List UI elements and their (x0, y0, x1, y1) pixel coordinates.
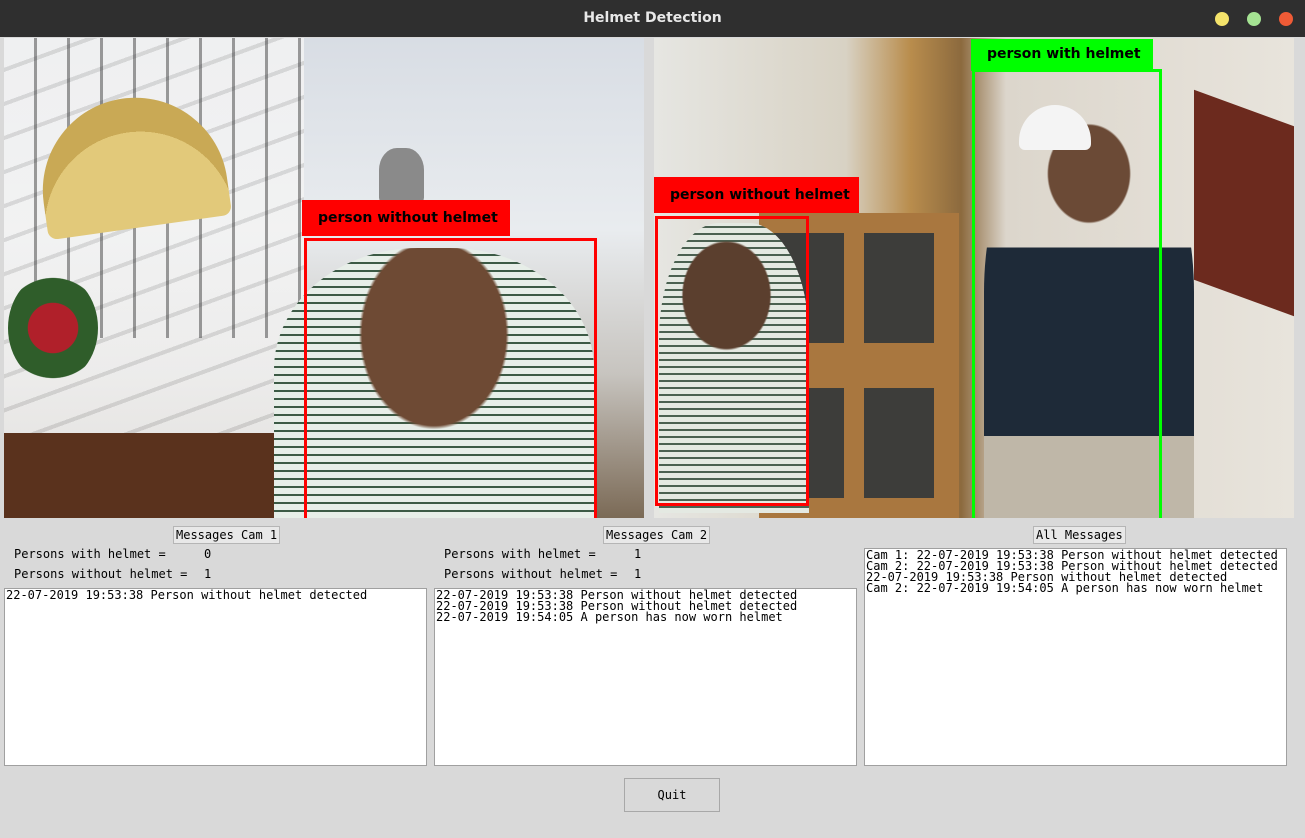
minimize-icon[interactable] (1215, 12, 1229, 26)
message-line: Cam 2: 22-07-2019 19:54:05 A person has … (866, 581, 1264, 595)
detection-box (655, 216, 809, 506)
maximize-icon[interactable] (1247, 12, 1261, 26)
message-line: 22-07-2019 19:53:38 Person without helme… (6, 588, 368, 602)
message-line: 22-07-2019 19:54:05 A person has now wor… (436, 610, 783, 624)
cam2-without-helmet-label: Persons without helmet = (444, 567, 618, 581)
hanging-bell (379, 148, 424, 203)
detection-label: person without helmet (654, 177, 859, 213)
quit-button[interactable]: Quit (624, 778, 720, 812)
camera-1-feed: person without helmet (4, 38, 644, 518)
cam1-messages-header: Messages Cam 1 (173, 526, 281, 544)
app-window: person without helmet person without hel… (0, 37, 1305, 838)
close-icon[interactable] (1279, 12, 1293, 26)
wall-art (1194, 89, 1294, 317)
window-titlebar: Helmet Detection (0, 0, 1305, 37)
cam2-without-helmet-count: 1 (634, 567, 642, 581)
cam2-messages-header: Messages Cam 2 (603, 526, 711, 544)
camera-2-feed: person without helmet person with helmet (654, 38, 1294, 518)
cam2-with-helmet-count: 1 (634, 547, 642, 561)
cam1-without-helmet-count: 1 (204, 567, 212, 581)
cam1-with-helmet-count: 0 (204, 547, 212, 561)
detection-label: person without helmet (302, 200, 510, 236)
cam1-without-helmet-label: Persons without helmet = (14, 567, 188, 581)
detection-box (304, 238, 597, 518)
detection-box (972, 69, 1162, 518)
wooden-cabinet (4, 433, 279, 518)
cam2-with-helmet-label: Persons with helmet = (444, 547, 596, 561)
cam2-messages-textbox[interactable]: 22-07-2019 19:53:38 Person without helme… (434, 588, 857, 766)
detection-label: person with helmet (971, 39, 1153, 71)
cam1-with-helmet-label: Persons with helmet = (14, 547, 166, 561)
window-title: Helmet Detection (583, 10, 722, 26)
all-messages-textbox[interactable]: Cam 1: 22-07-2019 19:53:38 Person withou… (864, 548, 1287, 766)
cam1-messages-textbox[interactable]: 22-07-2019 19:53:38 Person without helme… (4, 588, 427, 766)
all-messages-header: All Messages (1033, 526, 1126, 544)
flower-vase (8, 273, 98, 383)
